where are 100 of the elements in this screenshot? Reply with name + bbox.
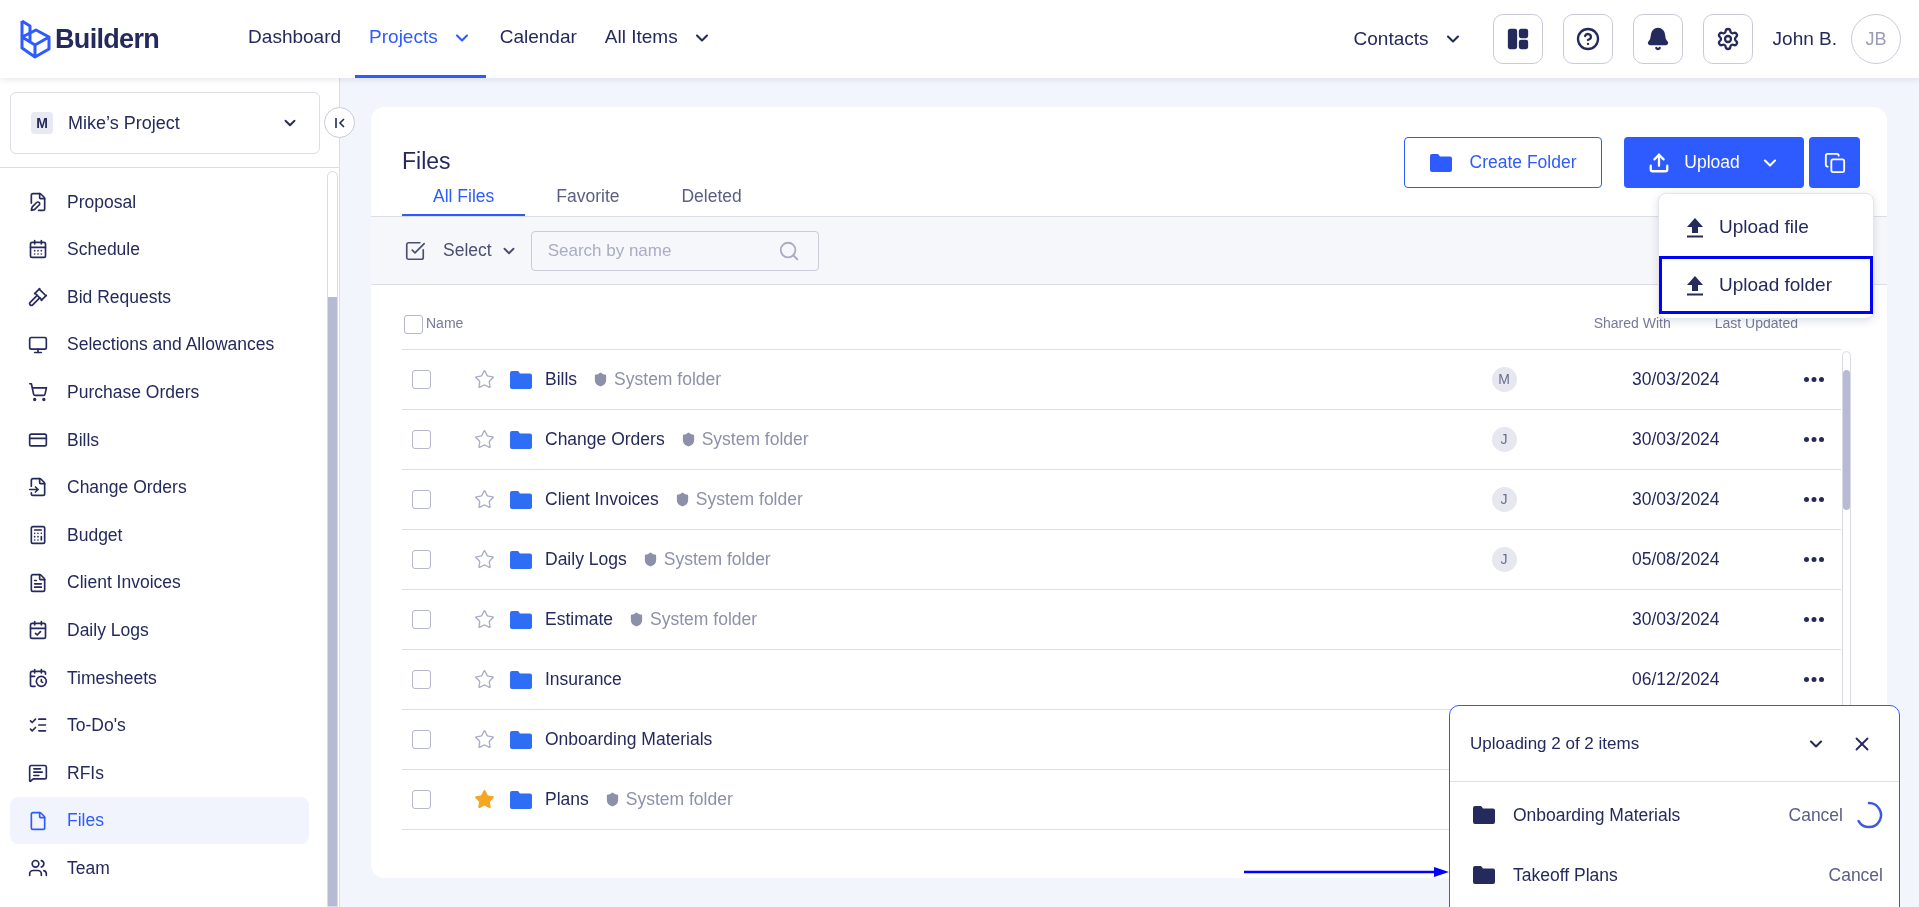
star-icon[interactable] <box>474 429 495 450</box>
files-tab[interactable]: Deleted <box>650 183 773 216</box>
monitor-icon <box>28 334 48 355</box>
system-tag: System folder <box>701 426 809 453</box>
sidebar-item[interactable]: Files <box>10 796 309 845</box>
layout-button[interactable] <box>1492 14 1543 64</box>
copy-icon <box>1823 151 1846 174</box>
shield-icon <box>593 372 609 387</box>
copy-button[interactable] <box>1809 137 1860 188</box>
sidebar-item[interactable]: Schedule <box>10 225 309 274</box>
sidebar-item[interactable]: Timesheets <box>10 653 309 702</box>
more-icon <box>1804 497 1824 502</box>
sidebar-item[interactable]: Selections and Allowances <box>10 320 309 369</box>
column-header: Shared With <box>1593 314 1671 333</box>
folder-name[interactable]: Onboarding Materials <box>545 726 713 753</box>
document-icon <box>28 572 48 593</box>
sidebar-item[interactable]: To-Do's <box>10 701 309 750</box>
shared-avatar: J <box>1491 427 1517 452</box>
star-icon[interactable] <box>474 789 495 810</box>
collapse-sidebar-button[interactable] <box>324 107 355 138</box>
project-name: Mike’s Project <box>68 111 181 135</box>
checkbox[interactable] <box>412 430 431 449</box>
folder-name[interactable]: Client Invoices <box>545 486 659 513</box>
star-icon[interactable] <box>474 609 495 630</box>
sidebar-item[interactable]: Proposal <box>10 178 309 226</box>
shared-avatar: M <box>1491 367 1517 392</box>
files-tab[interactable]: Favorite <box>525 183 651 216</box>
upload-item-name: Takeoff Plans <box>1513 863 1619 887</box>
folder-name[interactable]: Plans <box>545 786 589 813</box>
folder-name[interactable]: Daily Logs <box>545 546 627 573</box>
checkbox[interactable] <box>412 730 431 749</box>
shield-icon <box>629 612 645 627</box>
shared-avatar: J <box>1491 487 1517 512</box>
more-icon <box>1804 677 1824 682</box>
sidebar-item[interactable]: Budget <box>10 511 309 559</box>
checkbox[interactable] <box>404 315 423 334</box>
date-cell: 06/12/2024 <box>1632 669 1720 690</box>
checkbox[interactable] <box>412 670 431 689</box>
folder-name[interactable]: Change Orders <box>545 426 665 453</box>
project-selector[interactable]: M Mike’s Project <box>10 92 320 154</box>
layout-icon <box>1505 27 1530 51</box>
star-icon[interactable] <box>474 729 495 750</box>
cancel-link[interactable]: Cancel <box>1788 801 1843 829</box>
system-tag: System folder <box>614 366 722 393</box>
nav-tab[interactable]: Projects <box>355 0 486 78</box>
sidebar-item[interactable]: RFIs <box>10 749 309 797</box>
system-tag: System folder <box>625 786 733 813</box>
select-menu[interactable]: Select <box>443 237 518 264</box>
checkbox[interactable] <box>412 550 431 569</box>
menu-item[interactable]: Upload file <box>1659 198 1873 256</box>
nav-tab[interactable]: Calendar <box>485 0 591 78</box>
sidebar-item[interactable]: Client Invoices <box>10 558 309 607</box>
upload-button[interactable]: Upload <box>1624 137 1804 188</box>
settings-button[interactable] <box>1702 14 1753 64</box>
logo-icon <box>18 18 52 60</box>
sidebar-item[interactable]: Bid Requests <box>10 273 309 321</box>
folder-name[interactable]: Bills <box>545 366 578 393</box>
more-icon <box>1804 437 1824 442</box>
logo-text: Buildern <box>55 22 160 56</box>
checkbox[interactable] <box>412 610 431 629</box>
calendar-check-icon <box>28 620 48 641</box>
sidebar-item[interactable]: Daily Logs <box>10 606 309 654</box>
sidebar-item[interactable]: Purchase Orders <box>10 368 309 416</box>
folder-icon <box>510 730 532 749</box>
notifications-button[interactable] <box>1632 14 1683 64</box>
search-field[interactable]: Search by name <box>530 230 819 271</box>
upload-icon <box>1686 216 1704 238</box>
star-icon[interactable] <box>474 489 495 510</box>
star-icon[interactable] <box>474 369 495 390</box>
date-cell: 30/03/2024 <box>1632 429 1720 450</box>
folder-icon <box>510 550 532 569</box>
folder-name[interactable]: Estimate <box>545 606 614 633</box>
help-button[interactable] <box>1562 14 1613 64</box>
shield-icon <box>680 432 696 447</box>
search-icon <box>777 239 800 262</box>
contacts-menu[interactable]: Contacts <box>1353 24 1463 54</box>
sidebar-item[interactable]: Change Orders <box>10 463 309 512</box>
star-icon[interactable] <box>474 549 495 570</box>
upload-panel-title: Uploading 2 of 2 items <box>1470 732 1641 755</box>
shield-icon <box>642 552 658 567</box>
checkbox[interactable] <box>412 790 431 809</box>
folder-name[interactable]: Insurance <box>545 666 622 693</box>
sidebar-item[interactable]: Team <box>10 844 309 892</box>
system-tag: System folder <box>695 486 803 513</box>
cancel-link[interactable]: Cancel <box>1828 861 1883 889</box>
nav-tab[interactable]: Dashboard <box>234 0 356 78</box>
checkbox[interactable] <box>412 490 431 509</box>
create-folder-button[interactable]: Create Folder <box>1404 137 1602 188</box>
folder-icon <box>510 670 532 689</box>
sidebar-item[interactable]: Bills <box>10 415 309 464</box>
system-tag: System folder <box>663 546 771 573</box>
nav-tab[interactable]: All Items <box>590 0 726 78</box>
file-icon <box>28 810 48 831</box>
shield-icon <box>604 792 620 807</box>
search-input[interactable]: Search by name <box>547 237 778 264</box>
star-icon[interactable] <box>474 669 495 690</box>
menu-item[interactable]: Upload folder <box>1659 256 1873 314</box>
column-header: Name <box>426 314 465 333</box>
checkbox[interactable] <box>412 370 431 389</box>
cart-icon <box>28 382 48 403</box>
